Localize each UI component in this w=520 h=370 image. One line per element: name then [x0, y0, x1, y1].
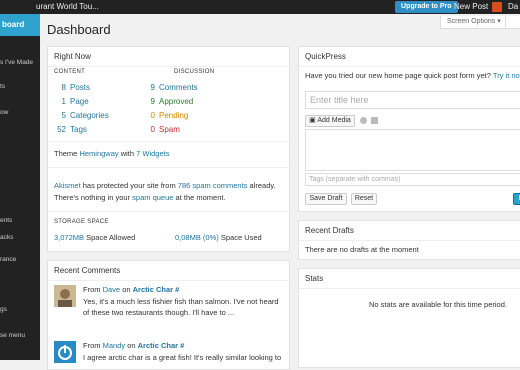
comment-author-link[interactable]: Dave [103, 285, 121, 294]
stat-tags[interactable]: 52 Tags [54, 125, 87, 134]
sidebar-item-3[interactable]: ow [0, 109, 40, 116]
quickpress-widget: QuickPress Have you tried our new home p… [298, 46, 520, 212]
user-menu[interactable]: Da [508, 2, 518, 11]
notification-icon[interactable] [492, 2, 502, 12]
stats-widget: Stats No stats are available for this ti… [298, 268, 520, 368]
stat-spam[interactable]: 0 Spam [143, 125, 180, 134]
site-name-link[interactable]: urant World Tou... [36, 2, 99, 11]
recent-comments-widget: Recent Comments From Dave on Arctic Char… [47, 260, 290, 370]
content-label: CONTENT [54, 69, 86, 75]
add-media-button[interactable]: ▣ Add Media [305, 115, 355, 127]
recent-drafts-title: Recent Drafts [299, 221, 520, 241]
recent-comments-title: Recent Comments [48, 261, 289, 281]
sidebar-item-settings[interactable]: gs [0, 306, 40, 313]
avatar [54, 285, 76, 307]
right-now-widget: Right Now CONTENT DISCUSSION 8 Posts 1 Pag… [47, 46, 290, 252]
sidebar-item-appearance[interactable]: rance [0, 256, 40, 263]
comment-author-link[interactable]: Mandy [103, 341, 126, 350]
akismet-line-1: Akismet has protected your site from 786… [54, 181, 276, 190]
admin-sidebar: board s I've Made ts ow ents acks rance … [0, 14, 40, 360]
storage-label: STORAGE SPACE [54, 219, 109, 225]
upgrade-button[interactable]: Upgrade to Pro [395, 1, 458, 13]
publish-button[interactable]: Pu [513, 193, 520, 205]
admin-bar: urant World Tou... Upgrade to Pro New Po… [0, 0, 520, 14]
content-textarea[interactable] [305, 129, 520, 171]
sidebar-item-2[interactable]: ts [0, 83, 40, 90]
spam-queue-link[interactable]: spam queue [132, 193, 173, 202]
sidebar-item-collapse[interactable]: se menu [0, 332, 40, 339]
stats-title: Stats [299, 269, 520, 289]
comment-meta: From Dave on Arctic Char # [83, 285, 180, 294]
sidebar-item-1[interactable]: s I've Made [0, 59, 40, 66]
comment-post-link[interactable]: Arctic Char # [138, 341, 185, 350]
space-used: 0,08MB (0%) Space Used [175, 233, 262, 242]
screen-options-button[interactable]: Screen Options ▾ [440, 16, 508, 29]
divider [48, 167, 289, 168]
reset-button[interactable]: Reset [351, 193, 377, 205]
sidebar-item-comments[interactable]: ents [0, 217, 40, 224]
stat-posts[interactable]: 8 Posts [54, 83, 90, 92]
comment-post-link[interactable]: Arctic Char # [133, 285, 180, 294]
user-photo-icon [54, 285, 76, 307]
stat-pending[interactable]: 0 Pending [143, 111, 189, 120]
quickpress-notice: Have you tried our new home page quick p… [305, 71, 520, 80]
title-input[interactable]: Enter title here [305, 91, 520, 109]
stat-pages[interactable]: 1 Page [54, 97, 89, 106]
comment-text: Yes, it's a much less fishier fish than … [83, 297, 279, 306]
divider [48, 141, 289, 142]
help-button[interactable] [505, 16, 520, 29]
space-allowed: 3,072MB Space Allowed [54, 233, 136, 242]
quickpress-title: QuickPress [299, 47, 520, 67]
comment-text: I agree arctic char is a great fish! It'… [83, 353, 282, 362]
theme-link[interactable]: Hemingway [79, 149, 118, 158]
stat-categories[interactable]: 5 Categories [54, 111, 109, 120]
gallery-icon[interactable] [371, 117, 378, 124]
theme-info: Theme Hemingway with 7 Widgets [54, 149, 170, 158]
right-now-title: Right Now [48, 47, 289, 67]
sidebar-item-dashboard[interactable]: board [0, 14, 40, 36]
page-title: Dashboard [47, 22, 111, 37]
akismet-line-2: There's nothing in your spam queue at th… [54, 193, 226, 202]
tags-input[interactable]: Tags (separate with commas) [305, 173, 520, 186]
recent-drafts-widget: Recent Drafts There are no drafts at the… [298, 220, 520, 260]
spam-comments-link[interactable]: 786 spam comments [178, 181, 248, 190]
new-post-link[interactable]: New Post [454, 2, 488, 11]
try-it-now-link[interactable]: Try it now [493, 71, 520, 80]
no-stats-text: No stats are available for this time per… [369, 300, 507, 309]
discussion-label: DISCUSSION [174, 69, 215, 75]
divider [48, 211, 289, 212]
comment-meta: From Mandy on Arctic Char # [83, 341, 185, 350]
akismet-link[interactable]: Akismet [54, 181, 81, 190]
widgets-link[interactable]: 7 Widgets [136, 149, 169, 158]
no-drafts-text: There are no drafts at the moment [305, 245, 419, 254]
comment-text: of these two restaurants though. I'll ha… [83, 308, 235, 317]
sidebar-item-feedbacks[interactable]: acks [0, 234, 40, 241]
stat-approved[interactable]: 9 Approved [143, 97, 194, 106]
stat-comments[interactable]: 9 Comments [143, 83, 198, 92]
image-icon[interactable] [360, 117, 367, 124]
save-draft-button[interactable]: Save Draft [305, 193, 347, 205]
